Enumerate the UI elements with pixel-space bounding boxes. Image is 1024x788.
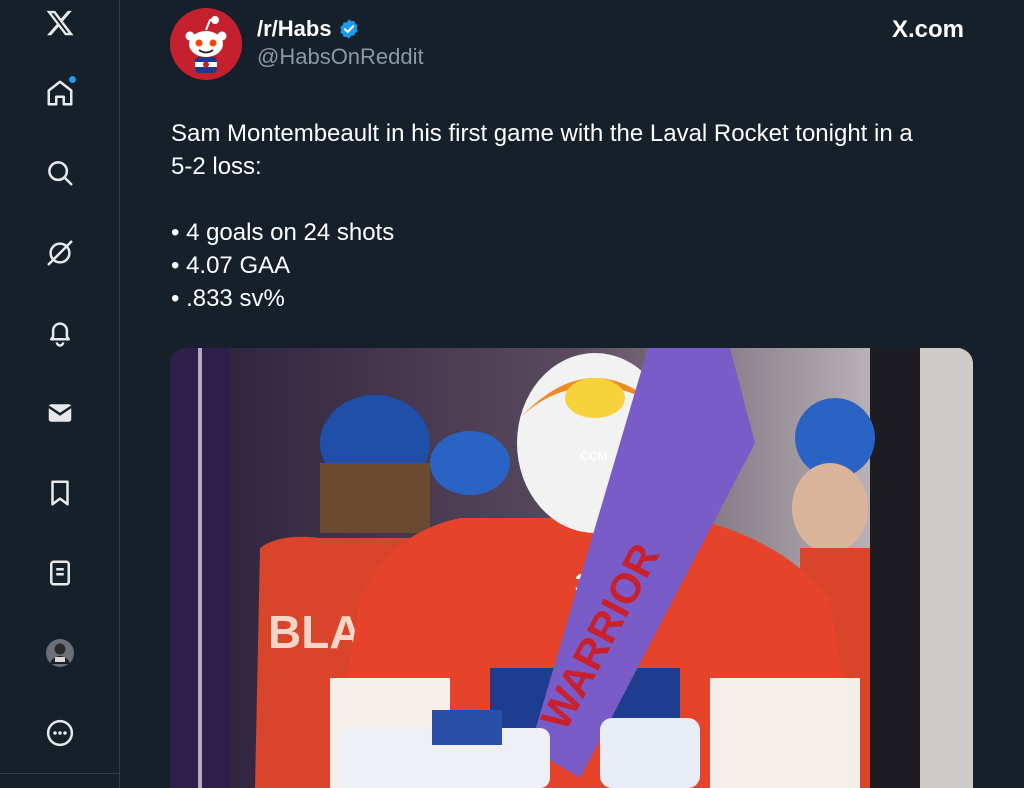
author-display-name[interactable]: /r/Habs xyxy=(257,16,332,42)
stat-line: • 4.07 GAA xyxy=(171,252,291,279)
author-handle[interactable]: @HabsOnReddit xyxy=(257,44,424,70)
stat-line: • .833 sv% xyxy=(171,285,285,312)
source-label: X.com xyxy=(891,16,964,43)
sidebar-item-notifications[interactable] xyxy=(30,303,90,363)
sidebar-item-grok[interactable] xyxy=(30,223,90,283)
reddit-snoo-icon xyxy=(170,8,242,80)
sidebar-item-home[interactable] xyxy=(30,63,90,123)
list-icon xyxy=(50,560,70,586)
sidebar-item-profile[interactable] xyxy=(30,623,90,683)
helmet-brand-text: CCM xyxy=(580,449,607,463)
profile-avatar xyxy=(46,639,74,667)
sidebar-item-more[interactable] xyxy=(30,703,90,763)
sidebar-divider xyxy=(0,773,120,774)
author-name-row: /r/Habs xyxy=(257,16,360,42)
post-text-line: 5-2 loss: xyxy=(171,153,262,180)
sidebar xyxy=(0,0,120,788)
bell-icon xyxy=(50,322,70,347)
more-icon xyxy=(46,719,74,747)
sidebar-item-messages[interactable] xyxy=(30,383,90,443)
verified-badge-icon xyxy=(339,19,358,39)
sidebar-item-explore[interactable] xyxy=(30,143,90,203)
sidebar-item-bookmarks[interactable] xyxy=(30,463,90,523)
post-text-line: Sam Montembeault in his first game with … xyxy=(171,120,913,147)
x-logo-svg xyxy=(46,10,74,36)
author-avatar[interactable] xyxy=(170,8,242,80)
post-body: Sam Montembeault in his first game with … xyxy=(171,117,971,315)
x-logo-icon[interactable] xyxy=(30,0,90,53)
sidebar-item-lists[interactable] xyxy=(30,543,90,603)
goalie-photo: BLAIS 35 CCM WARRIOR xyxy=(170,348,973,788)
post-image[interactable]: BLAIS 35 CCM WARRIOR xyxy=(170,348,973,788)
envelope-icon xyxy=(48,404,72,422)
search-icon xyxy=(48,161,73,186)
stat-line: • 4 goals on 24 shots xyxy=(171,219,395,246)
source-link[interactable]: X.com xyxy=(892,16,964,44)
post-text-spacer xyxy=(171,183,971,216)
bookmark-icon xyxy=(51,480,69,506)
notification-dot xyxy=(69,76,76,83)
grok-icon xyxy=(47,240,73,266)
